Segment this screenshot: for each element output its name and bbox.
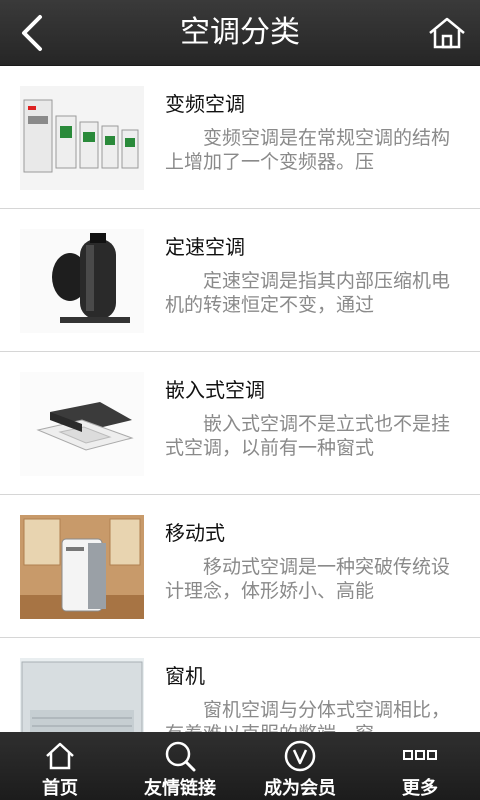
- inverter-units-image: [20, 86, 144, 190]
- window-ac-image: [20, 658, 144, 732]
- tab-label: 首页: [42, 778, 78, 799]
- tab-label: 成为会员: [264, 778, 336, 799]
- list-item[interactable]: 变频空调 变频空调是在常规空调的结构上增加了一个变频器。压: [0, 66, 480, 209]
- list-item[interactable]: 定速空调 定速空调是指其内部压缩机电机的转速恒定不变，通过: [0, 209, 480, 352]
- item-description: 移动式空调是一种突破传统设计理念，体形娇小、高能: [165, 556, 450, 602]
- portable-ac-image: [20, 515, 144, 619]
- item-title: 移动式: [165, 521, 225, 545]
- tab-membership[interactable]: 成为会员: [240, 732, 360, 800]
- category-list: 变频空调 变频空调是在常规空调的结构上增加了一个变频器。压 定速空调 定速空调是…: [0, 66, 480, 732]
- home-button[interactable]: [414, 0, 480, 66]
- tab-more[interactable]: 更多: [360, 732, 480, 800]
- item-description: 窗机空调与分体式空调相比，有着难以克服的弊端，窗: [165, 699, 450, 732]
- item-title: 嵌入式空调: [165, 378, 265, 402]
- more-icon: [403, 750, 437, 760]
- home-icon: [429, 17, 465, 49]
- item-description: 变频空调是在常规空调的结构上增加了一个变频器。压: [165, 127, 450, 173]
- item-title: 窗机: [165, 664, 205, 688]
- tab-label: 更多: [402, 778, 438, 799]
- header-bar: 空调分类: [0, 0, 480, 66]
- bottom-tab-bar: 首页 友情链接 成为会员 更多: [0, 732, 480, 800]
- page-title: 空调分类: [180, 15, 300, 50]
- item-description: 定速空调是指其内部压缩机电机的转速恒定不变，通过: [165, 270, 450, 316]
- cassette-ac-image: [20, 372, 144, 476]
- list-item[interactable]: 窗机 窗机空调与分体式空调相比，有着难以克服的弊端，窗: [0, 638, 480, 732]
- list-item[interactable]: 移动式 移动式空调是一种突破传统设计理念，体形娇小、高能: [0, 495, 480, 638]
- list-item[interactable]: 嵌入式空调 嵌入式空调不是立式也不是挂式空调，以前有一种窗式: [0, 352, 480, 495]
- tab-links[interactable]: 友情链接: [120, 732, 240, 800]
- vip-icon: [284, 740, 316, 772]
- tab-home[interactable]: 首页: [0, 732, 120, 800]
- home-icon: [46, 742, 74, 770]
- search-icon: [165, 741, 196, 772]
- item-description: 嵌入式空调不是立式也不是挂式空调，以前有一种窗式: [165, 413, 450, 459]
- compressor-image: [20, 229, 144, 333]
- tab-label: 友情链接: [144, 778, 216, 799]
- back-button[interactable]: [0, 0, 66, 66]
- item-title: 变频空调: [165, 92, 245, 116]
- item-title: 定速空调: [165, 235, 245, 259]
- chevron-left-icon: [22, 15, 42, 51]
